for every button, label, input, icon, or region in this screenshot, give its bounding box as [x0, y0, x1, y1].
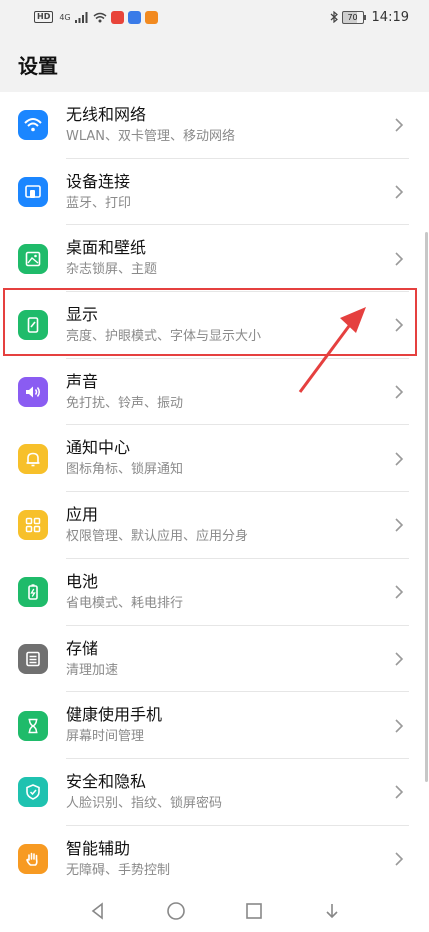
item-subtitle: 无障碍、手势控制	[66, 862, 171, 878]
settings-item-wireless[interactable]: 无线和网络 WLAN、双卡管理、移动网络	[0, 92, 429, 159]
item-title: 应用	[66, 505, 99, 525]
settings-item-smart-assistance[interactable]: 智能辅助 无障碍、手势控制	[0, 826, 429, 892]
settings-item-notification-center[interactable]: 通知中心 图标角标、锁屏通知	[0, 425, 429, 492]
chevron-right-icon	[395, 585, 404, 599]
item-title: 声音	[66, 371, 99, 391]
chevron-right-icon	[395, 318, 404, 332]
item-title: 安全和隐私	[66, 771, 147, 791]
item-title: 显示	[66, 305, 99, 325]
wallpaper-icon	[18, 243, 48, 274]
settings-item-security-privacy[interactable]: 安全和隐私 人脸识别、指纹、锁屏密码	[0, 759, 429, 826]
chevron-right-icon	[395, 652, 404, 666]
page-title: 设置	[18, 54, 58, 78]
item-title: 通知中心	[66, 438, 131, 458]
device-connect-icon	[18, 177, 48, 208]
chevron-right-icon	[395, 852, 404, 866]
item-subtitle: 蓝牙、打印	[66, 195, 132, 211]
chevron-right-icon	[395, 452, 404, 466]
wifi-icon	[18, 110, 48, 141]
item-subtitle: 杂志锁屏、主题	[66, 262, 158, 278]
battery-icon	[18, 577, 48, 608]
chevron-right-icon	[395, 718, 404, 733]
network-type: 4G	[59, 12, 71, 22]
notification-down-icon[interactable]	[321, 900, 343, 922]
item-title: 桌面和壁纸	[66, 238, 147, 258]
wifi-status-icon	[93, 12, 107, 22]
app-notification-icon	[144, 10, 158, 24]
item-subtitle: 省电模式、耗电排行	[66, 595, 184, 611]
chevron-right-icon	[395, 385, 404, 399]
hourglass-icon	[18, 710, 48, 741]
item-subtitle: 人脸识别、指纹、锁屏密码	[66, 795, 223, 811]
item-title: 智能辅助	[66, 838, 131, 858]
settings-item-apps[interactable]: 应用 权限管理、默认应用、应用分身	[0, 492, 429, 559]
apps-icon	[18, 510, 48, 541]
item-subtitle: 清理加速	[66, 662, 119, 678]
item-title: 设备连接	[66, 171, 131, 191]
settings-item-display[interactable]: 显示 亮度、护眼模式、字体与显示大小	[0, 292, 429, 359]
chevron-right-icon	[395, 252, 404, 266]
chevron-right-icon	[395, 185, 404, 199]
scrollbar[interactable]	[425, 232, 428, 782]
chevron-right-icon	[395, 118, 404, 132]
navigation-bar	[0, 890, 429, 932]
hand-icon	[18, 843, 48, 874]
item-subtitle: 屏幕时间管理	[66, 729, 145, 745]
item-title: 电池	[66, 571, 99, 591]
item-title: 健康使用手机	[66, 705, 163, 725]
settings-item-battery[interactable]: 电池 省电模式、耗电排行	[0, 559, 429, 626]
settings-item-storage[interactable]: 存储 清理加速	[0, 626, 429, 693]
item-title: 无线和网络	[66, 105, 147, 124]
item-subtitle: 图标角标、锁屏通知	[66, 462, 184, 478]
shield-icon	[18, 777, 48, 808]
display-icon	[18, 310, 48, 341]
chevron-right-icon	[395, 785, 404, 799]
item-subtitle: 权限管理、默认应用、应用分身	[66, 529, 249, 545]
app-notification-icon	[110, 10, 124, 24]
clock: 14:19	[371, 9, 409, 25]
item-subtitle: 亮度、护眼模式、字体与显示大小	[66, 329, 262, 345]
signal-icon	[74, 11, 88, 23]
back-icon[interactable]	[87, 900, 109, 922]
settings-screen: HD 4G 70 14:19 设置 无线和网络 WLAN、双卡管理、移动网络 设…	[0, 0, 429, 932]
status-bar: HD 4G 70 14:19	[0, 0, 429, 34]
settings-item-sound[interactable]: 声音 免打扰、铃声、振动	[0, 359, 429, 426]
item-subtitle: 免打扰、铃声、振动	[66, 395, 184, 411]
settings-item-home-wallpaper[interactable]: 桌面和壁纸 杂志锁屏、主题	[0, 225, 429, 292]
item-subtitle: WLAN、双卡管理、移动网络	[66, 129, 236, 144]
recents-icon[interactable]	[243, 900, 265, 922]
chevron-right-icon	[395, 518, 404, 533]
sound-icon	[18, 377, 48, 408]
item-title: 存储	[66, 638, 99, 658]
settings-item-digital-balance[interactable]: 健康使用手机 屏幕时间管理	[0, 692, 429, 759]
bluetooth-icon	[330, 11, 338, 23]
app-notification-icon	[127, 10, 141, 24]
home-icon[interactable]	[165, 900, 187, 922]
settings-list: 无线和网络 WLAN、双卡管理、移动网络 设备连接 蓝牙、打印 桌面和壁纸 杂志…	[0, 92, 429, 892]
bell-icon	[18, 443, 48, 474]
battery-indicator: 70	[341, 10, 366, 24]
storage-icon	[18, 643, 48, 674]
hd-indicator: HD	[34, 11, 54, 23]
settings-item-device-connection[interactable]: 设备连接 蓝牙、打印	[0, 159, 429, 226]
